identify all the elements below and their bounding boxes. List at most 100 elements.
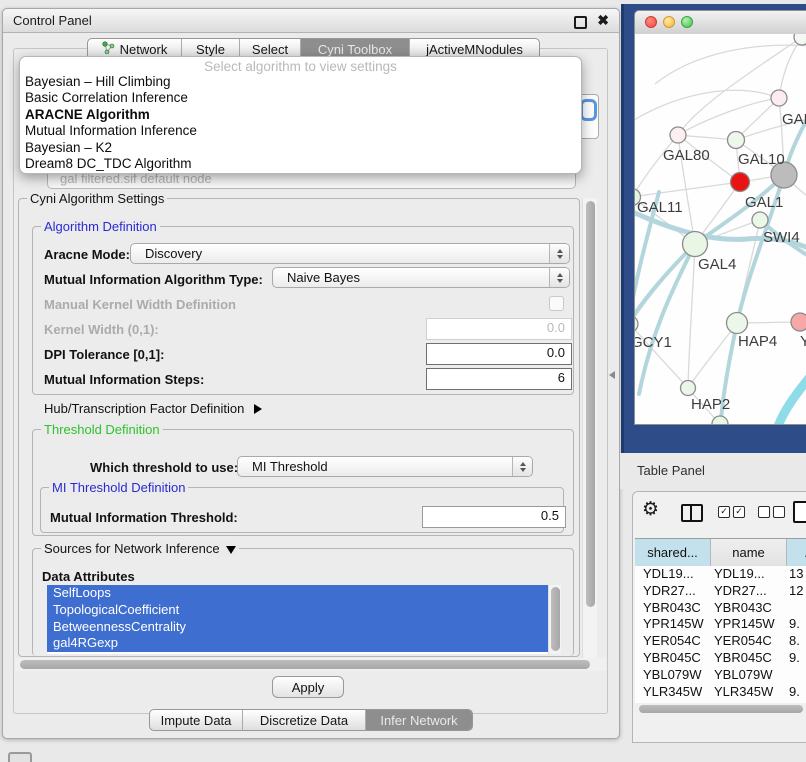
node-label: GAL11 [637,199,683,216]
table-rows: YDL19...YDL19...13 YDR27...YDR27...12 YB… [635,566,806,703]
dropdown-item-basic-correlation[interactable]: Basic Correlation Inference [20,90,581,106]
node-swi4[interactable] [752,212,768,228]
node-gal4[interactable] [683,232,708,257]
expand-right-icon[interactable] [254,404,262,414]
tab-discretize-data[interactable]: Discretize Data [242,710,365,730]
minimized-panel-icon[interactable] [8,752,32,762]
mi-threshold-input[interactable]: 0.5 [422,506,566,528]
table-row[interactable]: YDL19...YDL19...13 [635,566,806,583]
node-gal1-selected[interactable] [731,173,750,192]
which-threshold-combo[interactable]: MI Threshold [237,456,533,477]
node-salmon[interactable] [791,313,806,331]
settings-horizontal-scrollbar[interactable] [15,658,606,671]
kernel-width-input[interactable]: 0.0 [426,318,572,340]
node-gal7[interactable] [771,90,787,106]
panel-resize-arrow-icon[interactable] [609,371,615,379]
mi-threshold-label: Mutual Information Threshold: [50,510,238,525]
table-row[interactable]: YDR27...YDR27...12 [635,583,806,600]
manual-kernel-label: Manual Kernel Width Definition [44,297,236,312]
table-horizontal-scrollbar[interactable] [635,703,806,715]
new-table-icon[interactable] [793,501,806,523]
table-header-row: shared... name A [635,538,806,567]
column-header-name[interactable]: name [711,539,787,566]
node-label: GAL10 [738,151,785,168]
node-label: Y [800,333,806,350]
collapse-down-icon[interactable] [226,546,236,554]
table-row[interactable]: YPR145WYPR145W9. [635,616,806,633]
kernel-width-label: Kernel Width (0,1): [44,322,159,337]
mi-type-label: Mutual Information Algorithm Type: [44,272,263,287]
close-traffic-icon[interactable] [645,16,657,28]
edge-cyan-thick [776,366,806,424]
node-gal80[interactable] [670,127,686,143]
mi-steps-input[interactable]: 6 [426,368,572,390]
list-scrollbar-thumb[interactable] [551,587,560,651]
dpi-tolerance-input[interactable]: 0.0 [426,343,572,365]
list-item[interactable]: gal4RGexp [47,635,548,652]
sources-title[interactable]: Sources for Network Inference [41,541,239,556]
dropdown-item-bayesian-hill[interactable]: Bayesian – Hill Climbing [20,74,581,90]
dropdown-item-mutual-information[interactable]: Mutual Information Inference [20,123,581,139]
table-row[interactable]: YLR345WYLR345W9. [635,684,806,701]
table-row[interactable]: YBR045CYBR045C9. [635,650,806,667]
column-header-clipped[interactable]: A [787,539,806,566]
dropdown-placeholder: Select algorithm to view settings [20,59,581,74]
algorithm-dropdown: Select algorithm to view settings Bayesi… [19,56,582,174]
table-row[interactable]: YBL079WYBL079W [635,667,806,684]
node-label: GCY1 [635,334,672,351]
network-window-titlebar[interactable] [635,11,806,35]
control-panel-window: Control Panel ✖ Network Style Select [2,8,620,739]
table-horizontal-scrollbar-thumb[interactable] [639,705,803,713]
apply-button[interactable]: Apply [272,676,344,698]
hub-definition-section[interactable]: Hub/Transcription Factor Definition [44,401,262,416]
network-canvas[interactable]: GAL GAL80 GAL10 GAL1 GAL11 SWI4 GAL4 GCY… [635,34,806,424]
combo-arrows-icon[interactable] [549,268,569,287]
deselect-all-checkboxes-icon[interactable] [758,506,785,518]
dropdown-item-bayesian-k2[interactable]: Bayesian – K2 [20,140,581,156]
settings-horizontal-scrollbar-thumb[interactable] [20,660,590,669]
node-label: SWI4 [763,229,800,246]
tab-impute-data[interactable]: Impute Data [150,710,242,730]
combo-arrows-icon[interactable] [549,244,569,263]
table-row[interactable]: YER054CYER054C8. [635,633,806,650]
network-icon [102,41,115,57]
list-item[interactable]: BetweennessCentrality [47,619,548,636]
column-header-shared-name[interactable]: shared... [635,539,711,566]
float-window-icon[interactable] [574,16,587,29]
columns-icon[interactable] [681,504,703,522]
node-label: GAL80 [663,147,710,164]
node-gal10[interactable] [728,132,745,149]
list-item[interactable]: TopologicalCoefficient [47,602,548,619]
cyni-mode-tabbar: Impute Data Discretize Data Infer Networ… [149,709,473,731]
manual-kernel-checkbox[interactable] [549,296,564,311]
aracne-mode-combo[interactable]: Discovery [130,243,570,264]
group-title: Cyni Algorithm Settings [27,191,167,206]
minimize-traffic-icon[interactable] [663,16,675,28]
close-icon[interactable]: ✖ [597,12,609,29]
dropdown-item-dream8[interactable]: Dream8 DC_TDC Algorithm [20,156,581,172]
data-attributes-list: SelfLoops TopologicalCoefficient Between… [47,585,548,654]
node-label: HAP2 [691,396,730,413]
list-item[interactable]: SelfLoops [47,585,548,602]
zoom-traffic-icon[interactable] [681,16,693,28]
node-hap2[interactable] [681,381,696,396]
list-scrollbar[interactable] [548,585,561,654]
control-panel-titlebar[interactable]: Control Panel ✖ [3,9,619,33]
combo-arrows-icon[interactable] [512,457,532,476]
node-hap4[interactable] [727,313,748,334]
dropdown-item-aracne[interactable]: ARACNE Algorithm [20,107,581,123]
settings-vertical-scrollbar-thumb[interactable] [586,201,595,607]
node-label: GAL [782,111,806,128]
table-panel-header: Table Panel [620,453,806,489]
node[interactable] [794,34,806,45]
mi-type-combo[interactable]: Naive Bayes [272,267,570,288]
tab-network-label: Network [120,42,168,57]
node-gcy1[interactable] [635,316,638,332]
table-window: ⚙ ✓✓ shared... name A YDL19...YDL19...13… [632,491,806,743]
control-panel-title: Control Panel [13,13,92,28]
settings-vertical-scrollbar[interactable] [582,198,597,658]
select-all-checkboxes-icon[interactable]: ✓✓ [718,506,745,518]
table-row[interactable]: YBR043CYBR043C [635,600,806,617]
gear-icon[interactable]: ⚙ [642,500,659,519]
tab-infer-network[interactable]: Infer Network [365,710,472,730]
